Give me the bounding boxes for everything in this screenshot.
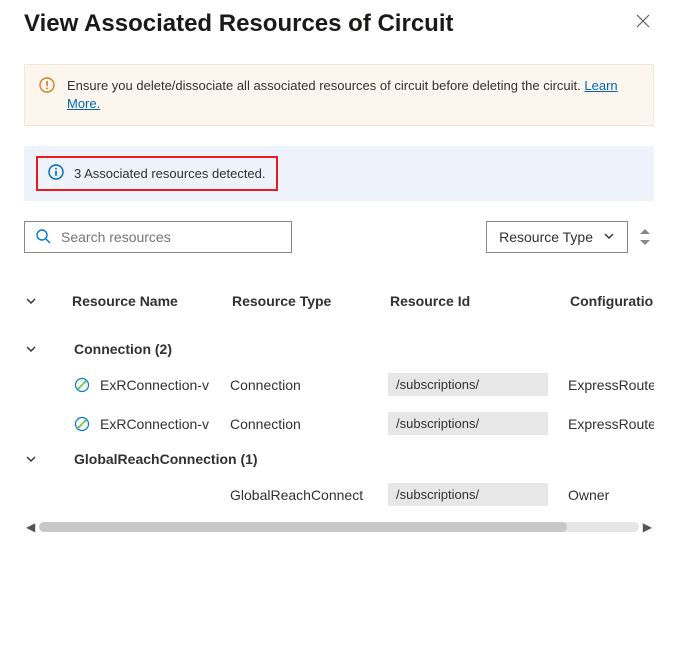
- close-button[interactable]: [632, 10, 654, 37]
- info-banner: 3 Associated resources detected.: [24, 146, 654, 201]
- warning-icon: [39, 77, 55, 96]
- column-header-type[interactable]: Resource Type: [232, 293, 390, 309]
- scroll-right-arrow[interactable]: ▶: [643, 520, 652, 534]
- cell-id[interactable]: /subscriptions/: [388, 412, 548, 435]
- cell-name: ExRConnection-v: [100, 377, 230, 393]
- info-text: 3 Associated resources detected.: [74, 166, 266, 181]
- search-box[interactable]: [24, 221, 292, 253]
- scroll-left-arrow[interactable]: ◀: [26, 520, 35, 534]
- column-header-id[interactable]: Resource Id: [390, 293, 570, 309]
- table-row[interactable]: ExRConnection-v Connection /subscription…: [24, 365, 654, 404]
- table-row[interactable]: GlobalReachConnect /subscriptions/ Owner: [24, 475, 654, 514]
- resource-type-dropdown[interactable]: Resource Type: [486, 221, 628, 253]
- scrollbar-thumb[interactable]: [39, 522, 567, 532]
- cell-id[interactable]: /subscriptions/: [388, 373, 548, 396]
- resources-table: Resource Name Resource Type Resource Id …: [24, 293, 654, 514]
- group-label: GlobalReachConnection (1): [74, 451, 258, 467]
- chevron-down-icon: [24, 452, 38, 466]
- close-icon: [636, 14, 650, 28]
- info-icon: [48, 164, 64, 183]
- cell-type: GlobalReachConnect: [230, 487, 388, 503]
- expand-all-toggle[interactable]: [24, 294, 72, 308]
- resource-icon: [74, 377, 100, 393]
- cell-type: Connection: [230, 416, 388, 432]
- cell-configuration: Owner: [568, 487, 654, 503]
- cell-type: Connection: [230, 377, 388, 393]
- table-row[interactable]: ExRConnection-v Connection /subscription…: [24, 404, 654, 443]
- horizontal-scrollbar[interactable]: ◀ ▶: [24, 520, 654, 534]
- scrollbar-track[interactable]: [39, 522, 639, 532]
- sort-icon: [636, 226, 654, 248]
- search-input[interactable]: [61, 229, 281, 245]
- group-label: Connection (2): [74, 341, 172, 357]
- chevron-down-icon: [24, 342, 38, 356]
- cell-id[interactable]: /subscriptions/: [388, 483, 548, 506]
- chevron-down-icon: [24, 294, 38, 308]
- cell-configuration: ExpressRoute: [568, 416, 654, 432]
- column-header-configuration[interactable]: Configuration: [570, 293, 654, 309]
- warning-text: Ensure you delete/dissociate all associa…: [67, 78, 584, 93]
- warning-banner: Ensure you delete/dissociate all associa…: [24, 64, 654, 126]
- sort-toggle[interactable]: [636, 226, 654, 248]
- dropdown-label: Resource Type: [499, 229, 593, 245]
- cell-name: ExRConnection-v: [100, 416, 230, 432]
- group-row-connection[interactable]: Connection (2): [24, 333, 654, 365]
- resource-icon: [74, 416, 100, 432]
- chevron-down-icon: [603, 229, 615, 245]
- cell-configuration: ExpressRoute: [568, 377, 654, 393]
- group-row-globalreach[interactable]: GlobalReachConnection (1): [24, 443, 654, 475]
- column-header-name[interactable]: Resource Name: [72, 293, 232, 309]
- page-title: View Associated Resources of Circuit: [24, 10, 453, 38]
- search-icon: [35, 228, 51, 247]
